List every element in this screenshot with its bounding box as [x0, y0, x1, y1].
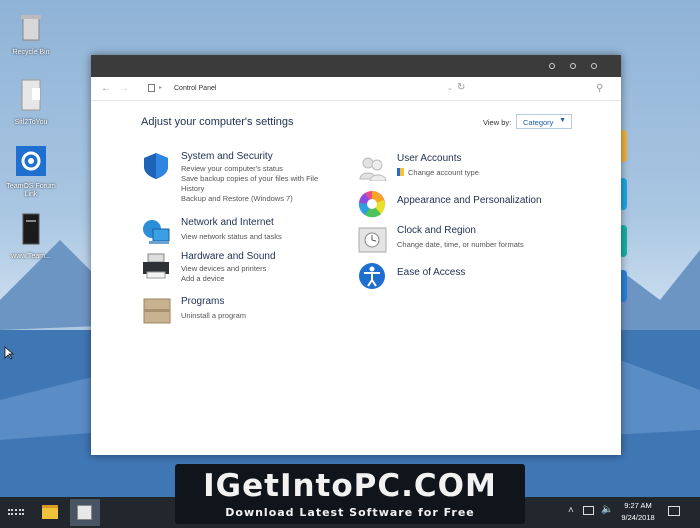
uac-shield-icon	[397, 168, 404, 176]
category-link[interactable]: Change account type	[408, 168, 479, 178]
network-globe-icon	[143, 220, 170, 244]
volume-icon[interactable]: 🔈	[601, 504, 613, 515]
tray-chevron-up-icon[interactable]: ˄	[568, 505, 574, 516]
accessibility-icon	[359, 263, 385, 289]
category-link[interactable]: Uninstall a program	[181, 311, 246, 321]
category-title[interactable]: Hardware and Sound	[181, 251, 276, 262]
desktop-icon-label: TeamOS Forum Link	[6, 183, 56, 198]
color-wheel-icon	[358, 191, 385, 218]
desktop-icon-teamos-forum-link[interactable]: TeamOS Forum Link	[6, 146, 56, 199]
control-panel-window: ← → ▸ Control Panel ⌄ ↻ ⚲ Adjust your co…	[91, 55, 621, 455]
category-title[interactable]: System and Security	[181, 151, 273, 162]
gear-icon	[16, 146, 46, 176]
category-link[interactable]: Review your computer's status	[181, 164, 283, 174]
close-button[interactable]	[591, 63, 597, 69]
start-button[interactable]	[8, 509, 24, 515]
view-by-value: Category	[523, 118, 554, 127]
desktop-icon-recycle-bin[interactable]: Recycle Bin	[6, 12, 56, 57]
category-title[interactable]: Network and Internet	[181, 217, 274, 228]
programs-box-icon	[143, 298, 171, 324]
page-title: Adjust your computer's settings	[141, 116, 294, 128]
mouse-cursor-icon	[4, 346, 14, 360]
category-title[interactable]: Ease of Access	[397, 267, 465, 278]
control-panel-taskbar-icon	[77, 505, 92, 520]
category-title[interactable]: Programs	[181, 296, 224, 307]
forward-arrow-icon[interactable]: →	[119, 83, 129, 94]
view-by-label: View by:	[483, 118, 512, 127]
category-link[interactable]: View network status and tasks	[181, 232, 282, 242]
network-icon[interactable]	[583, 506, 594, 515]
printer-icon	[143, 253, 169, 279]
desktop-icon-www-team[interactable]: www.Team...	[6, 212, 56, 261]
dropdown-chevron-icon[interactable]: ⌄	[447, 84, 453, 92]
document-icon	[21, 79, 41, 111]
users-icon	[359, 157, 387, 181]
desktop-icon-label: www.Team...	[11, 253, 51, 260]
address-bar[interactable]: ← → ▸ Control Panel ⌄ ↻ ⚲	[91, 77, 621, 101]
document-dark-icon	[22, 213, 40, 245]
taskbar-control-panel-button[interactable]	[70, 499, 100, 526]
desktop-icon-label: Sitl2ToYou	[14, 119, 48, 126]
recycle-bin-icon	[21, 15, 41, 41]
window-titlebar[interactable]	[91, 55, 621, 77]
desktop-icon-label: Recycle Bin	[12, 49, 50, 56]
watermark-title: IGetIntoPC.COM	[203, 468, 497, 504]
search-icon[interactable]: ⚲	[596, 83, 603, 94]
watermark-banner: IGetIntoPC.COM Download Latest Software …	[175, 464, 525, 524]
back-arrow-icon[interactable]: ←	[101, 83, 111, 94]
view-by-dropdown[interactable]: Category ▼	[516, 114, 572, 129]
breadcrumb-control-panel[interactable]: Control Panel	[174, 85, 216, 92]
category-link[interactable]: History	[181, 184, 204, 194]
category-link[interactable]: Add a device	[181, 274, 224, 284]
category-link[interactable]: View devices and printers	[181, 264, 266, 274]
category-link[interactable]: Save backup copies of your files with Fi…	[181, 174, 318, 184]
refresh-icon[interactable]: ↻	[457, 82, 465, 93]
maximize-button[interactable]	[570, 63, 576, 69]
category-link[interactable]: Backup and Restore (Windows 7)	[181, 194, 293, 204]
category-link[interactable]: Change date, time, or number formats	[397, 240, 524, 250]
desktop-icon-sitl2toyou[interactable]: Sitl2ToYou	[6, 78, 56, 127]
chevron-right-icon: ▸	[159, 85, 163, 91]
clock-time[interactable]: 9:27 AM	[618, 501, 658, 510]
watermark-subtitle: Download Latest Software for Free	[225, 506, 475, 519]
shield-icon	[144, 153, 168, 179]
chevron-down-icon: ▼	[559, 117, 566, 124]
file-explorer-icon[interactable]	[42, 505, 58, 519]
control-panel-small-icon	[148, 84, 155, 92]
minimize-button[interactable]	[549, 63, 555, 69]
category-title[interactable]: Clock and Region	[397, 225, 476, 236]
clock-date[interactable]: 9/24/2018	[615, 513, 661, 522]
clock-region-icon	[358, 227, 387, 253]
category-title[interactable]: User Accounts	[397, 153, 461, 164]
action-center-icon[interactable]	[668, 506, 680, 516]
category-title[interactable]: Appearance and Personalization	[397, 195, 542, 206]
